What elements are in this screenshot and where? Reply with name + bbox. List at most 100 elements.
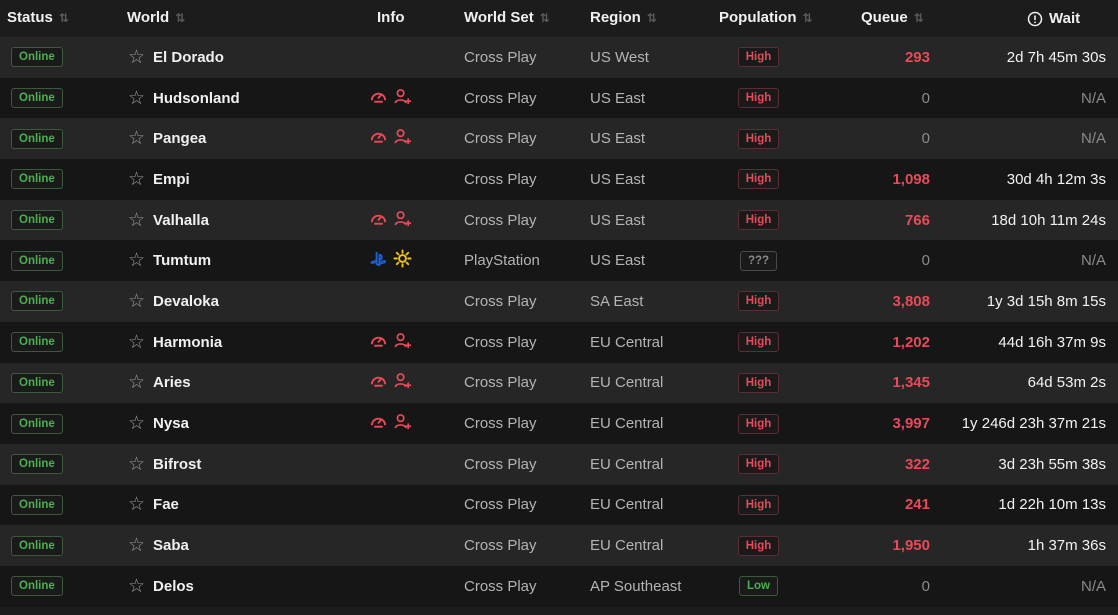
info-circle-icon[interactable] <box>1027 11 1043 27</box>
star-icon[interactable]: ☆ <box>128 129 145 148</box>
add-user-icon[interactable] <box>393 412 412 435</box>
sort-icon[interactable]: ⇅ <box>647 11 657 25</box>
region-cell: EU Central <box>590 496 664 514</box>
world-name: Harmonia <box>153 333 223 351</box>
star-icon[interactable]: ☆ <box>128 48 145 67</box>
table-row[interactable]: Online ☆ Valhalla Cross Play US East Hig… <box>0 199 1118 241</box>
header-status[interactable]: Status ⇅ <box>7 0 69 37</box>
world-name: Empi <box>153 170 190 188</box>
region-cell: US East <box>590 170 646 188</box>
speedometer-icon[interactable] <box>369 209 388 232</box>
status-badge: Online <box>11 291 63 312</box>
star-icon[interactable]: ☆ <box>128 414 145 433</box>
add-user-icon[interactable] <box>393 127 412 150</box>
sort-icon[interactable]: ⇅ <box>540 11 550 25</box>
world-cell: ☆ Nysa <box>128 403 189 444</box>
world-set-cell: Cross Play <box>464 89 537 107</box>
speedometer-icon[interactable] <box>369 371 388 394</box>
add-user-icon[interactable] <box>393 331 412 354</box>
speedometer-icon[interactable] <box>369 331 388 354</box>
world-cell: ☆ Tumtum <box>128 240 211 281</box>
table-body: Online ☆ El Dorado Cross Play US West Hi… <box>0 37 1118 607</box>
population-badge: High <box>737 128 780 149</box>
table-row[interactable]: Online ☆ Fae Cross Play EU Central High … <box>0 484 1118 526</box>
sort-icon[interactable]: ⇅ <box>914 11 924 25</box>
header-world[interactable]: World ⇅ <box>127 0 185 37</box>
speedometer-icon[interactable] <box>369 87 388 110</box>
table-row[interactable]: Online ☆ Nysa Cross Play EU Central High… <box>0 403 1118 444</box>
info-cell <box>369 118 429 159</box>
header-queue[interactable]: Queue ⇅ <box>861 0 924 37</box>
population-badge: High <box>737 291 780 312</box>
table-row[interactable]: Online ☆ Devaloka Cross Play SA East Hig… <box>0 281 1118 322</box>
add-user-icon[interactable] <box>393 371 412 394</box>
status-badge: Online <box>11 88 63 109</box>
world-set-cell: Cross Play <box>464 577 537 595</box>
header-region[interactable]: Region ⇅ <box>590 0 657 37</box>
star-icon[interactable]: ☆ <box>128 89 145 108</box>
queue-cell: 241 <box>904 496 930 514</box>
table-row[interactable]: Online ☆ Delos Cross Play AP Southeast L… <box>0 565 1118 607</box>
table-row[interactable]: Online ☆ Hudsonland Cross Play US East H… <box>0 77 1118 119</box>
world-cell: ☆ Delos <box>128 566 194 607</box>
star-icon[interactable]: ☆ <box>128 211 145 230</box>
star-icon[interactable]: ☆ <box>128 373 145 392</box>
world-cell: ☆ Hudsonland <box>128 78 240 119</box>
queue-cell: 766 <box>904 211 930 229</box>
add-user-icon[interactable] <box>393 87 412 110</box>
header-world-set[interactable]: World Set ⇅ <box>464 0 550 37</box>
info-cell <box>369 322 429 363</box>
population-cell: High <box>719 118 819 159</box>
world-set-cell: Cross Play <box>464 415 537 433</box>
status-cell: Online <box>11 322 63 363</box>
queue-cell: 3,997 <box>892 415 930 433</box>
wait-cell: 1h 37m 36s <box>1027 537 1106 555</box>
star-icon[interactable]: ☆ <box>128 251 145 270</box>
table-row[interactable]: Online ☆ Aries Cross Play EU Central Hig… <box>0 362 1118 404</box>
table-row[interactable]: Online ☆ El Dorado Cross Play US West Hi… <box>0 37 1118 78</box>
star-icon[interactable]: ☆ <box>128 495 145 514</box>
population-badge: High <box>737 535 780 556</box>
header-population[interactable]: Population ⇅ <box>719 0 813 37</box>
star-icon[interactable]: ☆ <box>128 170 145 189</box>
star-icon[interactable]: ☆ <box>128 577 145 596</box>
population-badge: High <box>737 494 780 515</box>
star-icon[interactable]: ☆ <box>128 455 145 474</box>
speedometer-icon[interactable] <box>369 127 388 150</box>
population-badge: High <box>737 169 780 190</box>
sort-icon[interactable]: ⇅ <box>59 11 69 25</box>
star-icon[interactable]: ☆ <box>128 292 145 311</box>
wait-cell: N/A <box>1080 130 1106 148</box>
sort-icon[interactable]: ⇅ <box>175 11 185 25</box>
population-cell: High <box>719 322 819 363</box>
table-row[interactable]: Online ☆ Tumtum PlayStation US East ??? … <box>0 240 1118 282</box>
region-cell: EU Central <box>590 537 664 555</box>
world-name: Devaloka <box>153 292 219 310</box>
status-badge: Online <box>11 332 63 353</box>
population-badge: ??? <box>739 250 778 271</box>
header-wait[interactable]: Wait <box>1027 0 1080 37</box>
status-badge: Online <box>11 454 63 475</box>
playstation-icon[interactable] <box>369 249 388 272</box>
table-row[interactable]: Online ☆ Saba Cross Play EU Central High… <box>0 525 1118 566</box>
table-row[interactable]: Online ☆ Harmonia Cross Play EU Central … <box>0 321 1118 363</box>
population-cell: High <box>719 281 819 322</box>
world-set-cell: Cross Play <box>464 455 537 473</box>
sun-icon[interactable] <box>393 249 412 272</box>
population-cell: High <box>719 485 819 526</box>
region-cell: EU Central <box>590 415 664 433</box>
queue-cell: 3,808 <box>892 292 930 310</box>
info-cell <box>369 444 429 485</box>
star-icon[interactable]: ☆ <box>128 333 145 352</box>
table-row[interactable]: Online ☆ Pangea Cross Play US East High … <box>0 118 1118 160</box>
sort-icon[interactable]: ⇅ <box>803 11 813 25</box>
speedometer-icon[interactable] <box>369 412 388 435</box>
table-row[interactable]: Online ☆ Empi Cross Play US East High 1,… <box>0 159 1118 200</box>
world-name: Saba <box>153 537 189 555</box>
star-icon[interactable]: ☆ <box>128 536 145 555</box>
info-cell <box>369 240 429 281</box>
table-row[interactable]: Online ☆ Bifrost Cross Play EU Central H… <box>0 443 1118 485</box>
wait-cell: 1y 246d 23h 37m 21s <box>961 415 1106 433</box>
add-user-icon[interactable] <box>393 209 412 232</box>
world-set-cell: Cross Play <box>464 537 537 555</box>
